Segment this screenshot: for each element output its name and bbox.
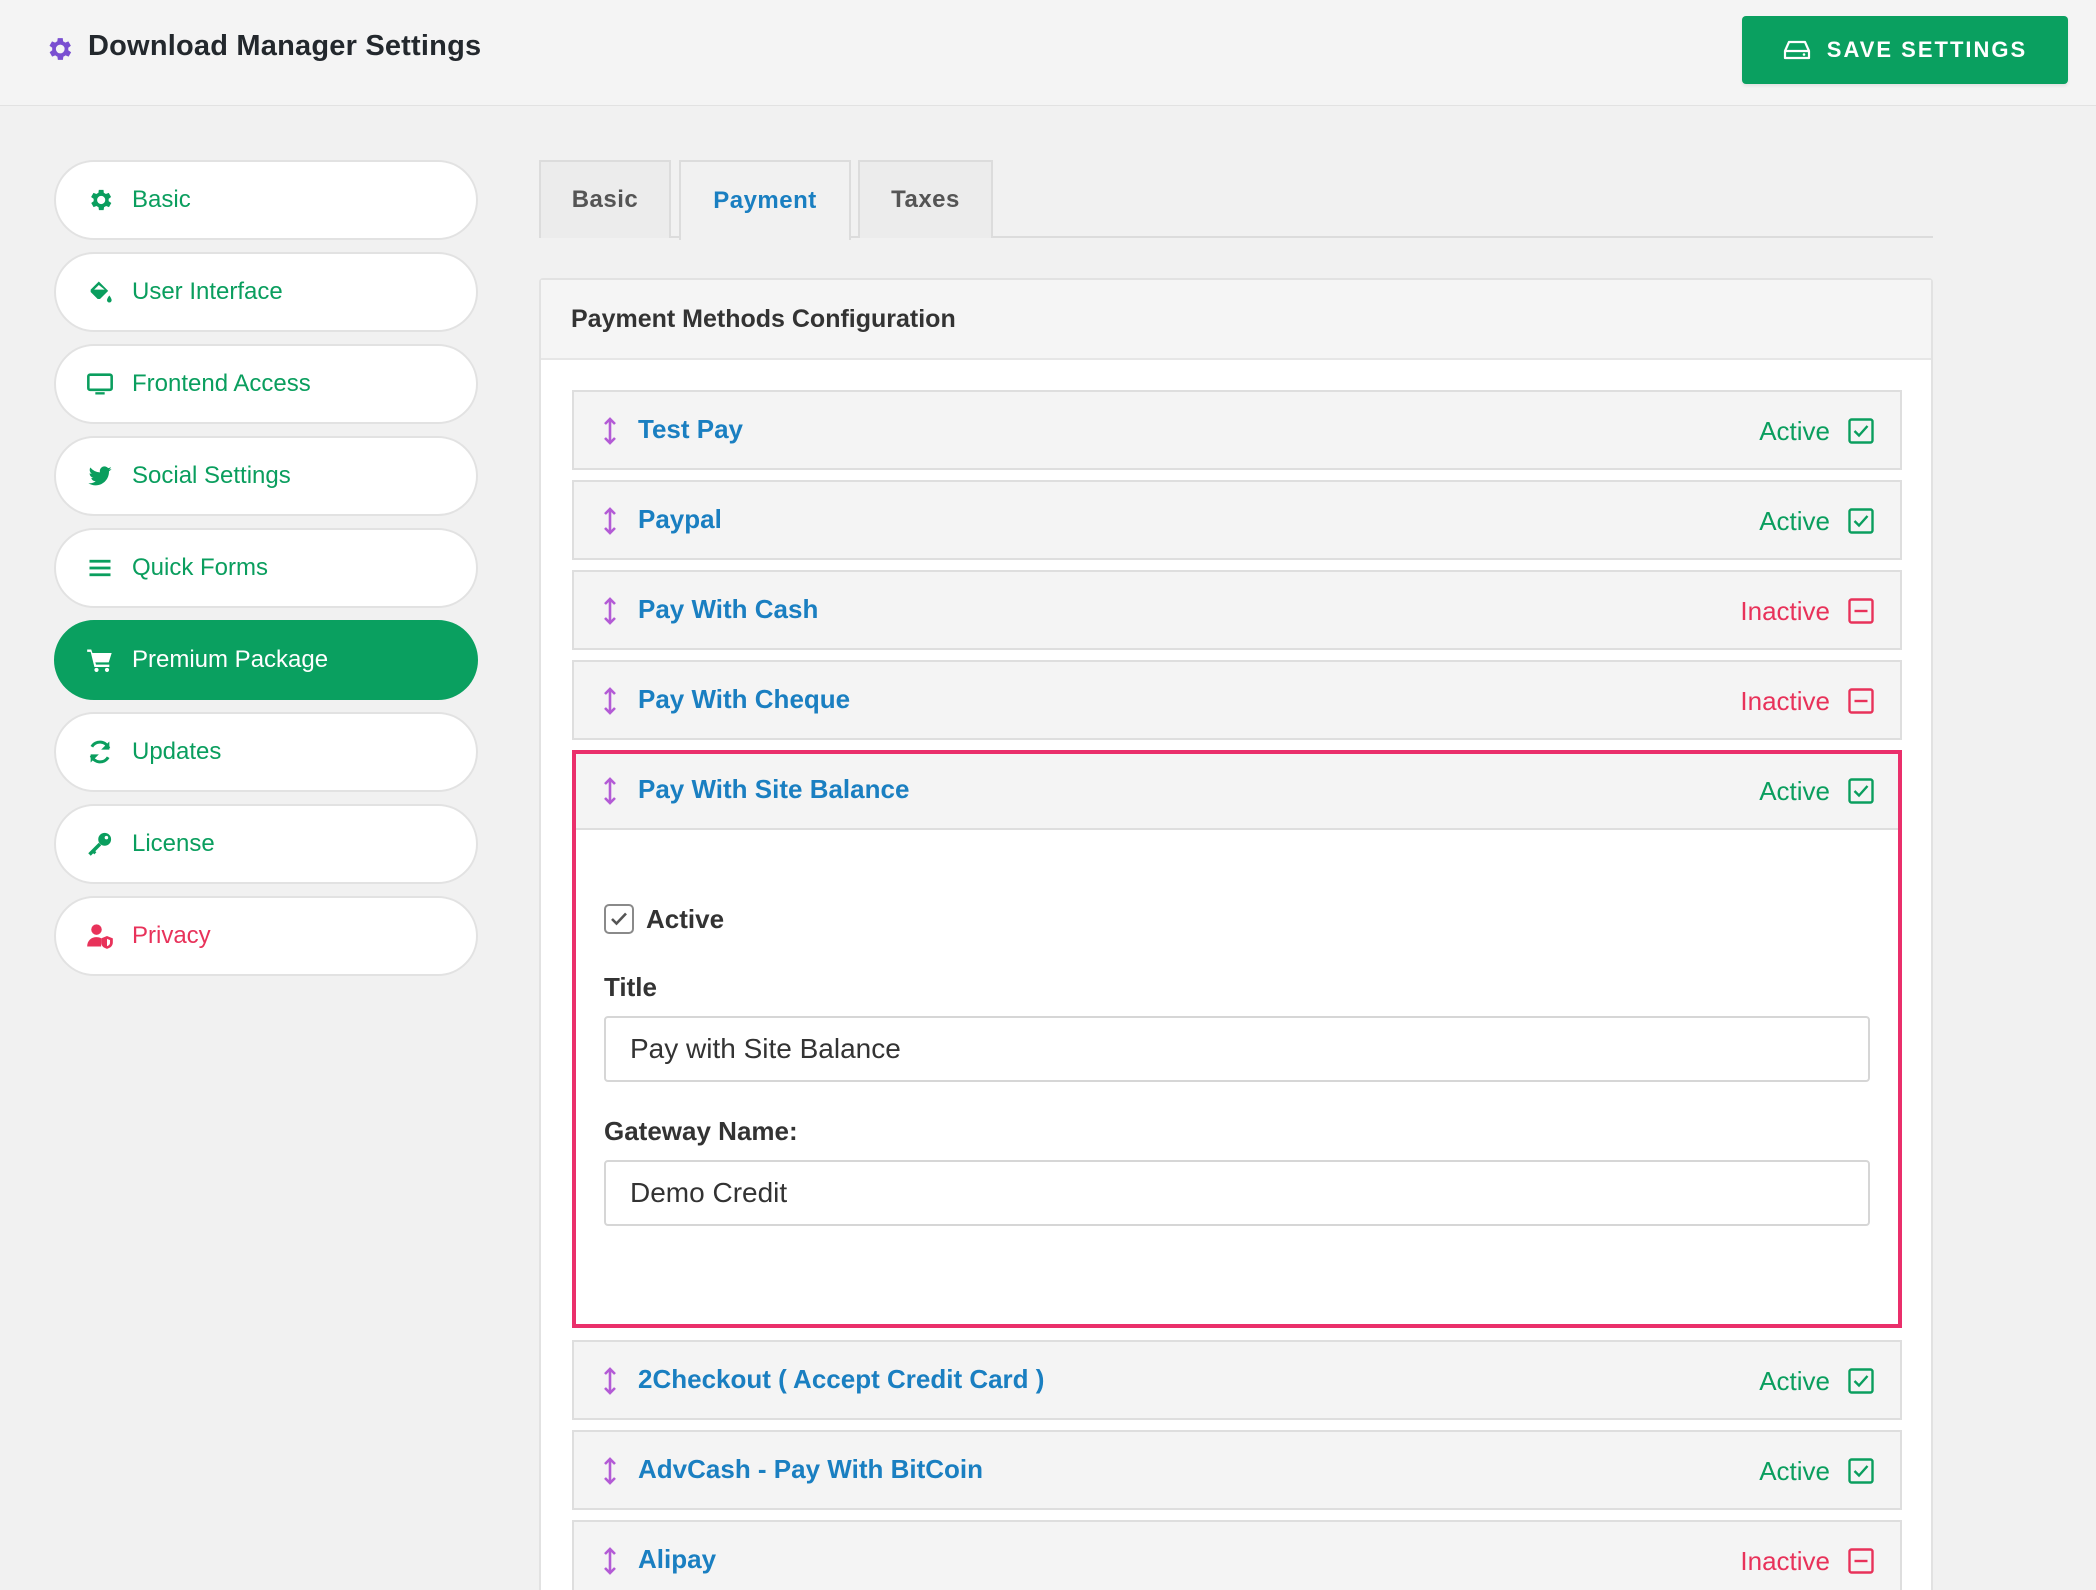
sidebar-item-label: Social Settings: [132, 462, 291, 489]
payment-method-name: Pay With Cash: [638, 594, 819, 624]
payment-method-row[interactable]: Alipay Inactive: [572, 1520, 1902, 1590]
sidebar-item-frontend-access[interactable]: Frontend Access: [54, 344, 478, 424]
status-label: Active: [1759, 776, 1830, 806]
list-icon: [89, 559, 111, 577]
payment-method-row[interactable]: Pay With Cash Inactive: [572, 570, 1902, 650]
sidebar-item-label: User Interface: [132, 278, 283, 305]
payment-method-expanded: Pay With Site Balance Active Active Titl…: [572, 750, 1902, 1328]
drag-handle-icon[interactable]: [602, 776, 618, 806]
status-label: Inactive: [1740, 686, 1830, 716]
minus-square-icon: [1848, 598, 1874, 624]
sidebar-item-label: License: [132, 830, 215, 857]
status-label: Inactive: [1740, 596, 1830, 626]
check-square-icon: [1848, 778, 1874, 804]
payment-method-header[interactable]: Pay With Site Balance Active: [576, 754, 1898, 830]
drag-handle-icon[interactable]: [602, 596, 618, 626]
gateway-name-label: Gateway Name:: [604, 1116, 798, 1146]
check-square-icon: [1848, 508, 1874, 534]
user-shield-icon: [87, 924, 113, 949]
status-label: Active: [1759, 506, 1830, 536]
sidebar-item-label: Basic: [132, 186, 191, 213]
sidebar-item-label: Privacy: [132, 922, 211, 949]
payment-method-name: Pay With Site Balance: [638, 774, 910, 804]
sidebar-item-quick-forms[interactable]: Quick Forms: [54, 528, 478, 608]
payment-method-name: 2Checkout ( Accept Credit Card ): [638, 1364, 1045, 1394]
sidebar-item-license[interactable]: License: [54, 804, 478, 884]
hard-drive-icon: [1783, 40, 1810, 60]
header-bar: Download Manager Settings SAVE SETTINGS: [0, 0, 2096, 106]
payment-method-row[interactable]: AdvCash - Pay With BitCoin Active: [572, 1430, 1902, 1510]
drag-handle-icon[interactable]: [602, 506, 618, 536]
sidebar-item-label: Premium Package: [132, 646, 329, 673]
gateway-name-input[interactable]: Demo Credit: [604, 1160, 1870, 1226]
check-square-icon: [1848, 418, 1874, 444]
save-settings-label: SAVE SETTINGS: [1826, 37, 2028, 62]
payment-method-name: Test Pay: [638, 414, 744, 444]
paint-bucket-icon: [90, 281, 112, 303]
active-checkbox[interactable]: [604, 904, 634, 934]
sidebar-item-premium-package[interactable]: Premium Package: [54, 620, 478, 700]
monitor-icon: [87, 373, 113, 395]
gear-icon: [49, 38, 72, 60]
sidebar-item-social-settings[interactable]: Social Settings: [54, 436, 478, 516]
sidebar-item-basic[interactable]: Basic: [54, 160, 478, 240]
status-label: Inactive: [1740, 1546, 1830, 1576]
minus-square-icon: [1848, 1548, 1874, 1574]
gear-icon: [91, 189, 112, 211]
minus-square-icon: [1848, 688, 1874, 714]
sidebar-item-updates[interactable]: Updates: [54, 712, 478, 792]
title-input[interactable]: Pay with Site Balance: [604, 1016, 1870, 1082]
cart-icon: [87, 649, 112, 673]
payment-method-name: Pay With Cheque: [638, 684, 851, 714]
payment-method-name: Alipay: [638, 1544, 717, 1574]
drag-handle-icon[interactable]: [602, 416, 618, 446]
title-label: Title: [604, 972, 657, 1002]
payment-method-name: AdvCash - Pay With BitCoin: [638, 1454, 984, 1484]
payment-method-row[interactable]: Pay With Cheque Inactive: [572, 660, 1902, 740]
payment-method-row[interactable]: Test Pay Active: [572, 390, 1902, 470]
sidebar-item-privacy[interactable]: Privacy: [54, 896, 478, 976]
sidebar-item-label: Updates: [132, 738, 222, 765]
checkmark-icon: [611, 912, 627, 926]
payment-method-name: Paypal: [638, 504, 722, 534]
save-settings-button[interactable]: SAVE SETTINGS: [1742, 16, 2068, 84]
sidebar-item-label: Quick Forms: [132, 554, 269, 581]
drag-handle-icon[interactable]: [602, 1456, 618, 1486]
payment-methods-panel: Payment Methods Configuration Test Pay A…: [539, 278, 1933, 1590]
refresh-icon: [89, 740, 111, 764]
tab-payment[interactable]: Payment: [679, 160, 851, 240]
check-square-icon: [1848, 1368, 1874, 1394]
sidebar-item-user-interface[interactable]: User Interface: [54, 252, 478, 332]
key-icon: [88, 832, 112, 856]
check-square-icon: [1848, 1458, 1874, 1484]
payment-method-row[interactable]: Paypal Active: [572, 480, 1902, 560]
tab-basic[interactable]: Basic: [539, 160, 671, 238]
twitter-icon: [88, 466, 112, 486]
drag-handle-icon[interactable]: [602, 1546, 618, 1576]
status-label: Active: [1759, 416, 1830, 446]
tab-taxes[interactable]: Taxes: [858, 160, 993, 238]
status-label: Active: [1759, 1366, 1830, 1396]
drag-handle-icon[interactable]: [602, 1366, 618, 1396]
panel-title: Payment Methods Configuration: [541, 280, 1931, 360]
drag-handle-icon[interactable]: [602, 686, 618, 716]
payment-method-row[interactable]: 2Checkout ( Accept Credit Card ) Active: [572, 1340, 1902, 1420]
page-title: Download Manager Settings: [88, 30, 482, 62]
active-checkbox-label: Active: [646, 904, 725, 934]
status-label: Active: [1759, 1456, 1830, 1486]
sidebar-item-label: Frontend Access: [132, 370, 311, 397]
